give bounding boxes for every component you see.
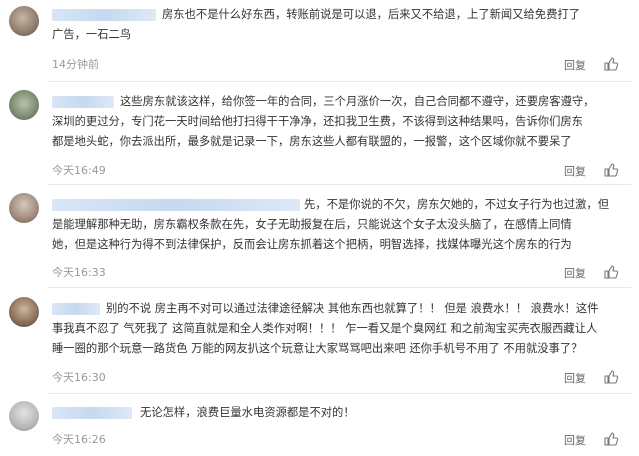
comment-time: 今天16:33 xyxy=(52,266,106,279)
comment-time: 今天16:30 xyxy=(52,371,106,384)
thumbs-up-icon[interactable] xyxy=(603,56,619,72)
comment-time: 14分钟前 xyxy=(52,58,99,71)
thumbs-up-icon[interactable] xyxy=(603,264,619,280)
divider xyxy=(48,393,631,394)
comment-text: 无论怎样，浪费巨量水电资源都是不对的！ xyxy=(140,406,355,419)
reply-button[interactable]: 回复 xyxy=(564,432,586,448)
reply-button[interactable]: 回复 xyxy=(564,57,586,73)
divider xyxy=(48,287,631,288)
avatar[interactable] xyxy=(9,297,39,327)
thumbs-up-icon[interactable] xyxy=(603,369,619,385)
divider xyxy=(48,81,631,82)
reply-button[interactable]: 回复 xyxy=(564,163,586,179)
reply-button[interactable]: 回复 xyxy=(564,265,586,281)
divider xyxy=(48,184,631,185)
comment-text: 房东也不是什么好东西，转账前说是可以退，后来又不给退，上了新闻又给免费打了 广告… xyxy=(52,8,580,41)
avatar[interactable] xyxy=(9,90,39,120)
comment-text: 先，不是你说的不欠，房东欠她的，不过女子行为也过激，但 是能理解那种无助，房东霸… xyxy=(52,198,610,251)
thumbs-up-icon[interactable] xyxy=(603,162,619,178)
avatar[interactable] xyxy=(9,401,39,431)
comment-text: 别的不说 房主再不对可以通过法律途径解决 其他东西也就算了！！ 但是 浪费水！！… xyxy=(52,302,599,355)
thumbs-up-icon[interactable] xyxy=(603,431,619,447)
avatar[interactable] xyxy=(9,6,39,36)
reply-button[interactable]: 回复 xyxy=(564,370,586,386)
comment-time: 今天16:49 xyxy=(52,164,106,177)
comment-text: 这些房东就该这样，给你签一年的合同，三个月涨价一次，自己合同都不遵守，还要房客遵… xyxy=(52,95,595,148)
comment-time: 今天16:26 xyxy=(52,433,106,446)
avatar[interactable] xyxy=(9,193,39,223)
